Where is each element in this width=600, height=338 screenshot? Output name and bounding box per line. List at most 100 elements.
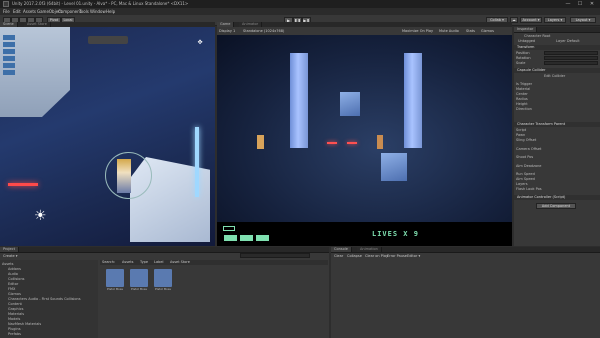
tree-item[interactable]: FMX bbox=[8, 287, 15, 291]
asset-thumbnail bbox=[106, 269, 124, 287]
minimize-button[interactable]: — bbox=[562, 0, 574, 8]
close-button[interactable]: ✕ bbox=[586, 0, 598, 8]
aim-deadzone-label: Aim Deadzone bbox=[516, 164, 542, 168]
game-view[interactable]: Display 1 Standalone (1024x768) Maximize… bbox=[217, 27, 512, 246]
tree-item[interactable]: Plugins bbox=[8, 327, 21, 331]
tab-inspector[interactable]: Inspector bbox=[514, 27, 538, 32]
pillar-left bbox=[290, 53, 308, 148]
tab-console[interactable]: Console bbox=[331, 247, 352, 252]
console-tabbar: Console Animation bbox=[331, 247, 600, 253]
add-component-button[interactable]: Add Component bbox=[536, 203, 576, 209]
capsule-collider-header[interactable]: Capsule Collider bbox=[514, 68, 600, 73]
menu-bar: File Edit Assets GameObject Component To… bbox=[0, 8, 600, 15]
asset-label: Pistol Boss bbox=[131, 287, 147, 291]
asset-label: Pistol Boss bbox=[107, 287, 123, 291]
tab-animation[interactable]: Animation bbox=[357, 247, 382, 252]
asset-thumbnail bbox=[154, 269, 172, 287]
player-character[interactable] bbox=[117, 159, 131, 193]
tree-item[interactable]: Addons bbox=[8, 267, 21, 271]
weapon-icon bbox=[223, 226, 235, 231]
resolution-dropdown[interactable]: Standalone (1024x768) bbox=[243, 29, 284, 33]
mute-audio-toggle[interactable]: Mute Audio bbox=[439, 29, 459, 33]
crate bbox=[340, 92, 360, 116]
scene-view[interactable]: ✥ ☀ bbox=[0, 27, 215, 246]
tree-item[interactable]: Gizmos bbox=[8, 292, 21, 296]
tree-item[interactable]: Collisions bbox=[8, 277, 24, 281]
rotation-field[interactable] bbox=[544, 56, 598, 60]
scene-gizmo-toolbar[interactable] bbox=[88, 36, 128, 44]
player-character bbox=[257, 135, 264, 149]
account-dropdown[interactable]: Account ▾ bbox=[520, 17, 542, 23]
layer-dropdown[interactable]: Layer Default bbox=[556, 39, 580, 44]
editor-dropdown[interactable]: Editor ▾ bbox=[407, 254, 420, 258]
error-pause-button[interactable]: Error Pause bbox=[387, 254, 407, 258]
tree-item[interactable]: NavMesh Materials bbox=[8, 322, 41, 326]
game-render bbox=[217, 35, 512, 222]
tree-item[interactable]: Models bbox=[8, 317, 20, 321]
filter-type[interactable]: Type bbox=[140, 260, 148, 264]
maximize-on-play-toggle[interactable]: Maximize On Play bbox=[402, 29, 433, 33]
game-toolbar: Display 1 Standalone (1024x768) Maximize… bbox=[217, 27, 512, 35]
crate bbox=[381, 153, 407, 181]
tree-item[interactable]: Editor bbox=[8, 282, 18, 286]
edit-collider-button[interactable]: Edit Collider bbox=[544, 74, 565, 79]
layers-dropdown[interactable]: Layers ▾ bbox=[544, 17, 566, 23]
collapse-button[interactable]: Collapse bbox=[347, 254, 362, 258]
tree-item[interactable]: Materials bbox=[8, 312, 24, 316]
tree-item[interactable]: Prefabs bbox=[8, 332, 21, 336]
layout-dropdown[interactable]: Layout ▾ bbox=[570, 17, 596, 23]
menu-window[interactable]: Window bbox=[90, 9, 106, 14]
camera-offset-label: Camera Offset bbox=[516, 147, 542, 151]
tree-item[interactable]: Content bbox=[8, 302, 22, 306]
clear-button[interactable]: Clear bbox=[334, 254, 343, 258]
menu-help[interactable]: Help bbox=[106, 9, 115, 14]
menu-file[interactable]: File bbox=[3, 9, 10, 14]
tab-project[interactable]: Project bbox=[0, 247, 19, 252]
scene-side-toolbar bbox=[3, 35, 15, 95]
hud-bar: LIVES X 9 bbox=[217, 222, 512, 246]
orientation-gizmo[interactable]: ✥ bbox=[193, 39, 207, 57]
clear-on-play-button[interactable]: Clear on Play bbox=[365, 254, 388, 258]
animator-header[interactable]: Animator Controller (Script) bbox=[514, 195, 600, 200]
flash-look-label: Flash Look Pos bbox=[516, 187, 542, 191]
project-panel: Project Create ▾ Assets Addons Audio Col… bbox=[0, 247, 329, 338]
health-cell bbox=[240, 235, 253, 241]
scale-field[interactable] bbox=[544, 61, 598, 65]
tag-dropdown[interactable]: Untagged bbox=[518, 39, 535, 44]
tree-item[interactable]: Assets bbox=[2, 262, 13, 266]
filter-asset-store[interactable]: Asset Store bbox=[170, 260, 190, 264]
tree-item[interactable]: Characters Audio - First Sounds Collisio… bbox=[8, 297, 81, 301]
asset-item[interactable]: Pistol Boss bbox=[152, 269, 174, 295]
laser-beam bbox=[8, 183, 38, 186]
filter-label[interactable]: Label bbox=[154, 260, 163, 264]
menu-edit[interactable]: Edit bbox=[13, 9, 21, 14]
filter-search[interactable]: Search: bbox=[102, 260, 115, 264]
unity-icon bbox=[3, 1, 9, 7]
position-field[interactable] bbox=[544, 51, 598, 55]
asset-item[interactable]: Pistol Boss bbox=[104, 269, 126, 295]
stats-toggle[interactable]: Stats bbox=[466, 29, 475, 33]
search-input[interactable] bbox=[240, 253, 310, 258]
tree-item[interactable]: Graphics bbox=[8, 307, 23, 311]
enemy-character bbox=[377, 135, 383, 149]
transform-header[interactable]: Transform bbox=[514, 45, 600, 50]
maximize-button[interactable]: ☐ bbox=[574, 0, 586, 8]
filter-assets[interactable]: Assets bbox=[122, 260, 133, 264]
asset-item[interactable]: Pistol Boss bbox=[128, 269, 150, 295]
menu-component[interactable]: Component bbox=[58, 9, 81, 14]
tree-item[interactable]: Audio bbox=[8, 272, 18, 276]
light-icon[interactable]: ☀ bbox=[34, 208, 47, 224]
health-cell bbox=[256, 235, 269, 241]
display-dropdown[interactable]: Display 1 bbox=[219, 29, 235, 33]
health-cell bbox=[224, 235, 237, 241]
console-panel: Console Animation Clear Collapse Clear o… bbox=[331, 247, 600, 338]
inspector-panel: Inspector Character Root Untagged Layer … bbox=[514, 27, 600, 246]
laser-beam bbox=[347, 142, 357, 144]
create-dropdown[interactable]: Create ▾ bbox=[3, 254, 18, 258]
menu-assets[interactable]: Assets bbox=[23, 9, 36, 14]
character-script-header[interactable]: Character Transform Parent bbox=[514, 122, 600, 127]
filter-bar: Search: Assets Type Label Asset Store bbox=[100, 260, 328, 265]
gizmos-dropdown[interactable]: Gizmos bbox=[481, 29, 494, 33]
menu-tools[interactable]: Tools bbox=[79, 9, 89, 14]
inspector-tabbar: Inspector bbox=[514, 27, 600, 33]
